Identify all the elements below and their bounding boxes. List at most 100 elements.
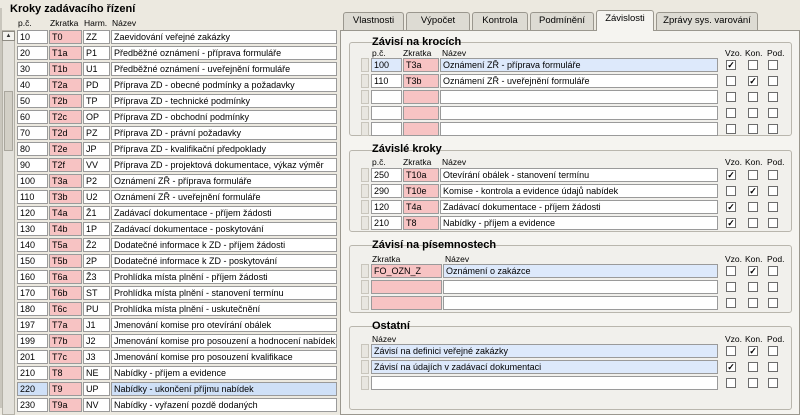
step-zkratka-cell[interactable]: T2e [49, 142, 82, 156]
doc-name-cell[interactable] [443, 296, 718, 310]
pod-checkbox[interactable] [768, 92, 778, 102]
dep-zkratka-cell[interactable]: T3a [403, 58, 439, 72]
step-name-cell[interactable]: Zaevidování veřejné zakázky [111, 30, 337, 44]
step-pc-cell[interactable]: 199 [17, 334, 48, 348]
vzo-checkbox[interactable]: ✓ [726, 202, 736, 212]
vzo-checkbox[interactable] [726, 298, 736, 308]
dep-pc-cell[interactable]: 290 [371, 184, 402, 198]
step-pc-cell[interactable]: 100 [17, 174, 48, 188]
step-zkratka-cell[interactable]: T4a [49, 206, 82, 220]
step-zkratka-cell[interactable]: T9 [49, 382, 82, 396]
kon-checkbox[interactable] [748, 378, 758, 388]
row-selector[interactable] [361, 74, 369, 88]
kon-checkbox[interactable] [748, 282, 758, 292]
step-pc-cell[interactable]: 10 [17, 30, 48, 44]
vzo-checkbox[interactable]: ✓ [726, 60, 736, 70]
step-zkratka-cell[interactable]: T7a [49, 318, 82, 332]
step-harm-cell[interactable]: TP [83, 94, 110, 108]
step-harm-cell[interactable]: PZ [83, 126, 110, 140]
step-pc-cell[interactable]: 220 [17, 382, 48, 396]
other-name-cell[interactable]: Závisí na definici veřejné zakázky [371, 344, 718, 358]
tab-kontrola[interactable]: Kontrola [472, 12, 528, 30]
dep-zkratka-cell[interactable]: T8 [403, 216, 439, 230]
vzo-checkbox[interactable] [726, 92, 736, 102]
col-header-harm[interactable]: Harm. [84, 18, 107, 28]
tab-vypocet[interactable]: Výpočet [406, 12, 470, 30]
step-name-cell[interactable]: Prohlídka místa plnění - příjem žádosti [111, 270, 337, 284]
step-pc-cell[interactable]: 130 [17, 222, 48, 236]
other-name-cell[interactable]: Závisí na údajích v zadávací dokumentaci [371, 360, 718, 374]
dep-zkratka-cell[interactable] [403, 122, 439, 136]
step-zkratka-cell[interactable]: T3b [49, 190, 82, 204]
step-harm-cell[interactable]: Ž2 [83, 238, 110, 252]
dep-zkratka-cell[interactable]: T10e [403, 184, 439, 198]
step-harm-cell[interactable]: U1 [83, 62, 110, 76]
step-pc-cell[interactable]: 197 [17, 318, 48, 332]
doc-name-cell[interactable] [443, 280, 718, 294]
row-selector[interactable] [361, 168, 369, 182]
step-harm-cell[interactable]: P2 [83, 174, 110, 188]
step-pc-cell[interactable]: 50 [17, 94, 48, 108]
pod-checkbox[interactable] [768, 108, 778, 118]
step-pc-cell[interactable]: 70 [17, 126, 48, 140]
step-zkratka-cell[interactable]: T6b [49, 286, 82, 300]
pod-checkbox[interactable] [768, 124, 778, 134]
step-name-cell[interactable]: Prohlídka místa plnění - stanovení termí… [111, 286, 337, 300]
kon-checkbox[interactable] [748, 170, 758, 180]
kon-checkbox[interactable] [748, 92, 758, 102]
step-harm-cell[interactable]: PD [83, 78, 110, 92]
step-harm-cell[interactable]: U2 [83, 190, 110, 204]
other-name-cell[interactable] [371, 376, 718, 390]
tab-podmineni[interactable]: Podmínění [530, 12, 594, 30]
dep-pc-cell[interactable]: 250 [371, 168, 402, 182]
dep-zkratka-cell[interactable]: T10a [403, 168, 439, 182]
kon-checkbox[interactable]: ✓ [748, 266, 758, 276]
step-name-cell[interactable]: Nabídky - vyřazení pozdě dodaných [111, 398, 337, 412]
step-pc-cell[interactable]: 140 [17, 238, 48, 252]
row-selector[interactable] [361, 106, 369, 120]
kon-checkbox[interactable]: ✓ [748, 186, 758, 196]
row-selector[interactable] [361, 280, 369, 294]
step-harm-cell[interactable]: J3 [83, 350, 110, 364]
step-name-cell[interactable]: Příprava ZD - kvalifikační předpoklady [111, 142, 337, 156]
row-selector[interactable] [361, 90, 369, 104]
step-name-cell[interactable]: Jmenování komise pro posouzení a hodnoce… [111, 334, 337, 348]
col-header-pc[interactable]: p.č. [18, 18, 32, 28]
doc-zkratka-cell[interactable]: FO_OZN_Z [371, 264, 442, 278]
row-selector[interactable] [361, 184, 369, 198]
step-name-cell[interactable]: Dodatečné informace k ZD - příjem žádost… [111, 238, 337, 252]
step-name-cell[interactable]: Příprava ZD - projektová dokumentace, vý… [111, 158, 337, 172]
dep-pc-cell[interactable] [371, 106, 402, 120]
step-name-cell[interactable]: Příprava ZD - právní požadavky [111, 126, 337, 140]
row-selector[interactable] [361, 264, 369, 278]
step-harm-cell[interactable]: ST [83, 286, 110, 300]
row-selector[interactable] [361, 376, 369, 390]
tab-zavislosti[interactable]: Závislosti [596, 10, 654, 31]
steps-scrollbar[interactable]: ▲ [2, 30, 15, 415]
dep-pc-cell[interactable]: 100 [371, 58, 402, 72]
step-pc-cell[interactable]: 120 [17, 206, 48, 220]
step-harm-cell[interactable]: JP [83, 142, 110, 156]
row-selector[interactable] [361, 216, 369, 230]
vzo-checkbox[interactable] [726, 76, 736, 86]
step-harm-cell[interactable]: NE [83, 366, 110, 380]
kon-checkbox[interactable] [748, 108, 758, 118]
step-harm-cell[interactable]: P1 [83, 46, 110, 60]
step-pc-cell[interactable]: 230 [17, 398, 48, 412]
row-selector[interactable] [361, 200, 369, 214]
step-name-cell[interactable]: Nabídky - ukončení příjmu nabídek [111, 382, 337, 396]
step-zkratka-cell[interactable]: T7c [49, 350, 82, 364]
kon-checkbox[interactable] [748, 298, 758, 308]
step-name-cell[interactable]: Předběžné oznámení - uveřejnění formulář… [111, 62, 337, 76]
step-harm-cell[interactable]: J1 [83, 318, 110, 332]
scroll-thumb[interactable] [4, 91, 13, 151]
kon-checkbox[interactable] [748, 218, 758, 228]
vzo-checkbox[interactable] [726, 282, 736, 292]
step-pc-cell[interactable]: 170 [17, 286, 48, 300]
vzo-checkbox[interactable] [726, 108, 736, 118]
kon-checkbox[interactable]: ✓ [748, 346, 758, 356]
step-pc-cell[interactable]: 60 [17, 110, 48, 124]
pod-checkbox[interactable] [768, 266, 778, 276]
step-zkratka-cell[interactable]: T7b [49, 334, 82, 348]
pod-checkbox[interactable] [768, 362, 778, 372]
